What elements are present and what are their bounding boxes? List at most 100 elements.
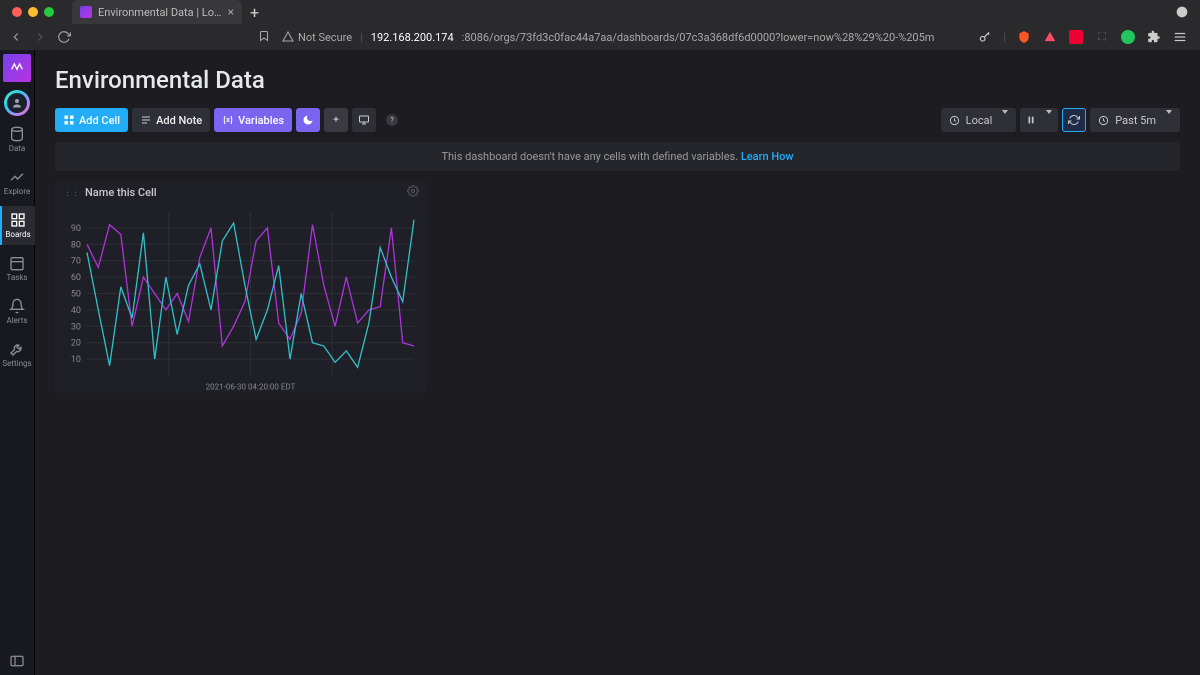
timerange-select[interactable]: Past 5m xyxy=(1090,108,1180,132)
timezone-label: Local xyxy=(966,114,993,127)
menu-icon[interactable] xyxy=(1172,29,1188,45)
maximize-window-icon[interactable] xyxy=(44,7,54,17)
url-host[interactable]: 192.168.200.174 xyxy=(371,31,454,44)
new-tab-button[interactable]: + xyxy=(250,3,259,22)
favicon-icon xyxy=(80,6,92,18)
clock-icon xyxy=(1098,115,1109,126)
shield-status-icon[interactable] xyxy=(1174,4,1190,20)
svg-text:80: 80 xyxy=(71,240,81,250)
sidebar-item-label: Tasks xyxy=(7,273,28,282)
svg-text:30: 30 xyxy=(71,322,81,332)
address-bar-row: Not Secure | 192.168.200.174:8086/orgs/7… xyxy=(0,24,1200,50)
key-icon[interactable] xyxy=(977,29,993,45)
browser-chrome: Environmental Data | Losant-E… × + Not S… xyxy=(0,0,1200,50)
user-avatar[interactable] xyxy=(4,90,30,116)
wrench-icon xyxy=(9,341,25,357)
brave-shield-icon[interactable] xyxy=(1016,29,1032,45)
url-path[interactable]: :8086/orgs/73fd3c0fac44a7aa/dashboards/0… xyxy=(462,31,935,44)
autorefresh-pause-button[interactable] xyxy=(1020,108,1058,132)
svg-text:70: 70 xyxy=(71,257,81,267)
variables-icon xyxy=(222,114,234,126)
drag-handle-icon[interactable]: ⋮⋮ xyxy=(63,188,79,198)
brave-rewards-icon[interactable] xyxy=(1042,29,1058,45)
cells-grid: ⋮⋮ Name this Cell 10 20 30 40 50 60 70 80 90 2021… xyxy=(35,181,1200,393)
not-secure-indicator[interactable]: Not Secure xyxy=(282,31,352,44)
tab-strip: Environmental Data | Losant-E… × + xyxy=(0,0,1200,24)
window-controls[interactable] xyxy=(4,7,62,17)
sidebar-item-label: Explore xyxy=(4,187,30,196)
add-cell-label: Add Cell xyxy=(79,114,120,127)
close-window-icon[interactable] xyxy=(12,7,22,17)
add-cell-button[interactable]: Add Cell xyxy=(55,108,128,132)
browser-tab[interactable]: Environmental Data | Losant-E… × xyxy=(72,0,242,24)
timezone-select[interactable]: Local xyxy=(941,108,1017,132)
main-content: Environmental Data Add Cell Add Note Var… xyxy=(35,50,1200,675)
dashboard-icon xyxy=(10,212,26,228)
fullscreen-icon[interactable]: ⛶ xyxy=(1094,29,1110,45)
presentation-mode-button[interactable] xyxy=(352,108,376,132)
clock-icon xyxy=(949,115,960,126)
svg-text:90: 90 xyxy=(71,224,81,234)
gear-icon xyxy=(407,185,419,197)
add-note-label: Add Note xyxy=(156,114,202,127)
not-secure-label: Not Secure xyxy=(298,31,352,44)
sidebar-item-label: Boards xyxy=(5,230,30,239)
bell-icon xyxy=(9,298,25,314)
sidebar-item-data[interactable]: Data xyxy=(0,120,35,159)
forward-button[interactable] xyxy=(32,29,48,45)
annotation-toggle[interactable] xyxy=(324,108,348,132)
refresh-button[interactable] xyxy=(1062,108,1086,132)
reload-button[interactable] xyxy=(56,29,72,45)
help-button[interactable]: ? xyxy=(380,108,404,132)
tab-title: Environmental Data | Losant-E… xyxy=(98,6,222,19)
sidebar: Data Explore Boards Tasks Alerts Setting… xyxy=(0,50,35,675)
svg-text:20: 20 xyxy=(71,339,81,349)
add-note-button[interactable]: Add Note xyxy=(132,108,210,132)
bookmark-icon[interactable] xyxy=(258,30,270,45)
database-icon xyxy=(9,126,25,142)
presentation-icon xyxy=(358,114,370,126)
sidebar-item-explore[interactable]: Explore xyxy=(0,163,35,202)
svg-text:2021-06-30 04:20:00 EDT: 2021-06-30 04:20:00 EDT xyxy=(206,383,296,392)
minimize-window-icon[interactable] xyxy=(28,7,38,17)
svg-text:40: 40 xyxy=(71,306,81,316)
moon-icon xyxy=(302,114,314,126)
app-root: Data Explore Boards Tasks Alerts Setting… xyxy=(0,50,1200,675)
chevron-down-icon xyxy=(1042,114,1052,127)
sidebar-item-alerts[interactable]: Alerts xyxy=(0,292,35,331)
sidebar-item-label: Alerts xyxy=(6,316,27,325)
svg-text:60: 60 xyxy=(71,273,81,283)
sidebar-item-label: Settings xyxy=(2,359,31,368)
profile-icon[interactable] xyxy=(1120,29,1136,45)
user-icon xyxy=(11,97,23,109)
cell-body: 10 20 30 40 50 60 70 80 90 2021-06-30 04:20:00 ED… xyxy=(55,204,427,395)
cell-header: ⋮⋮ Name this Cell xyxy=(55,181,427,204)
dark-mode-toggle[interactable] xyxy=(296,108,320,132)
sidebar-item-boards[interactable]: Boards xyxy=(0,206,35,245)
cell-title[interactable]: Name this Cell xyxy=(85,186,157,199)
sidebar-item-label: Data xyxy=(9,144,26,153)
browser-right-icons: | ⛶ xyxy=(977,29,1192,45)
close-tab-icon[interactable]: × xyxy=(228,5,234,19)
svg-text:10: 10 xyxy=(71,355,81,365)
banner-text: This dashboard doesn't have any cells wi… xyxy=(441,150,738,163)
sidebar-collapse-button[interactable] xyxy=(9,653,25,669)
variables-button[interactable]: Variables xyxy=(214,108,292,132)
sidebar-item-settings[interactable]: Settings xyxy=(0,335,35,374)
learn-how-link[interactable]: Learn How xyxy=(741,150,794,163)
pause-icon xyxy=(1026,115,1036,125)
question-icon: ? xyxy=(385,113,399,127)
svg-text:50: 50 xyxy=(71,290,81,300)
grid-plus-icon xyxy=(63,114,75,126)
back-button[interactable] xyxy=(8,29,24,45)
chevron-down-icon xyxy=(1162,114,1172,127)
dashboard-cell[interactable]: ⋮⋮ Name this Cell 10 20 30 40 50 60 70 80 90 2021… xyxy=(55,181,427,393)
line-chart: 10 20 30 40 50 60 70 80 90 2021-06-30 04:20:00 ED… xyxy=(59,206,419,395)
extension-red-icon[interactable] xyxy=(1068,29,1084,45)
variables-label: Variables xyxy=(238,114,284,127)
app-logo[interactable] xyxy=(3,54,31,82)
cell-settings-button[interactable] xyxy=(407,185,419,200)
sidebar-item-tasks[interactable]: Tasks xyxy=(0,249,35,288)
refresh-icon xyxy=(1068,114,1080,126)
extensions-icon[interactable] xyxy=(1146,29,1162,45)
